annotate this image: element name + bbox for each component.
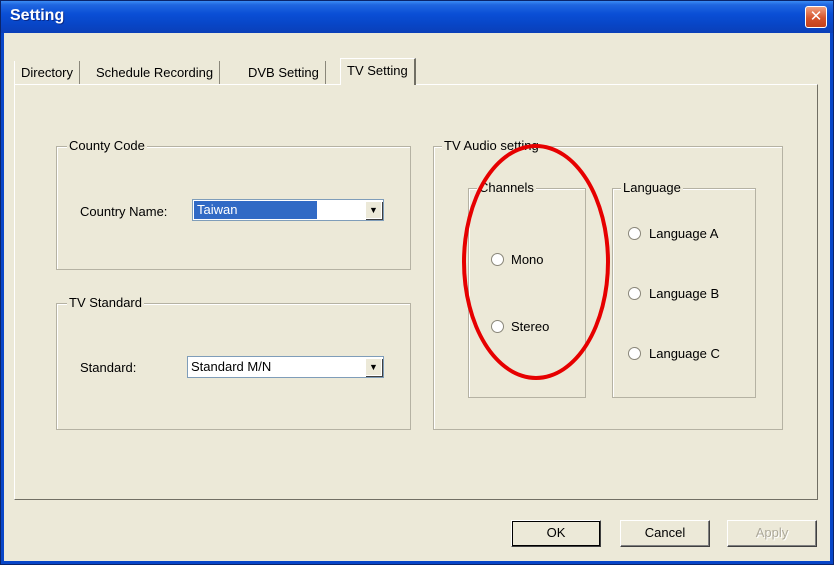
window-title: Setting — [10, 7, 65, 24]
close-button[interactable]: ✕ — [805, 6, 827, 28]
country-name-select[interactable]: Taiwan ▼ — [192, 199, 384, 221]
tab-tv-setting[interactable]: TV Setting — [340, 58, 416, 85]
stereo-label[interactable]: Stereo — [511, 319, 549, 334]
country-name-label: Country Name: — [80, 204, 168, 219]
standard-label: Standard: — [80, 360, 137, 375]
chevron-down-icon[interactable]: ▼ — [365, 358, 382, 376]
ok-button[interactable]: OK — [511, 520, 601, 547]
country-name-value: Taiwan — [194, 201, 318, 219]
tv-audio-setting-legend: TV Audio setting — [442, 138, 541, 153]
language-legend: Language — [621, 180, 683, 195]
apply-button[interactable]: Apply — [727, 520, 817, 547]
language-b-radio[interactable] — [628, 287, 641, 300]
standard-value: Standard M/N — [191, 359, 272, 374]
language-b-label[interactable]: Language B — [649, 286, 719, 301]
cancel-button[interactable]: Cancel — [620, 520, 710, 547]
mono-label[interactable]: Mono — [511, 252, 544, 267]
stereo-radio[interactable] — [491, 320, 504, 333]
tab-directory[interactable]: Directory — [14, 61, 81, 84]
channels-legend: Channels — [477, 180, 536, 195]
county-code-legend: County Code — [67, 138, 147, 153]
chevron-down-icon[interactable]: ▼ — [365, 201, 382, 219]
language-c-radio[interactable] — [628, 347, 641, 360]
standard-select[interactable]: Standard M/N ▼ — [187, 356, 384, 378]
tv-standard-legend: TV Standard — [67, 295, 144, 310]
language-a-radio[interactable] — [628, 227, 641, 240]
title-bar[interactable]: Setting ✕ — [1, 1, 833, 33]
mono-radio[interactable] — [491, 253, 504, 266]
channels-group: Channels — [468, 180, 586, 398]
settings-dialog: Setting ✕ Directory Schedule Recording D… — [0, 0, 834, 565]
close-icon: ✕ — [809, 8, 823, 25]
tab-schedule-recording[interactable]: Schedule Recording — [90, 61, 221, 84]
language-a-label[interactable]: Language A — [649, 226, 718, 241]
language-c-label[interactable]: Language C — [649, 346, 720, 361]
tab-dvb-setting[interactable]: DVB Setting — [242, 61, 326, 84]
